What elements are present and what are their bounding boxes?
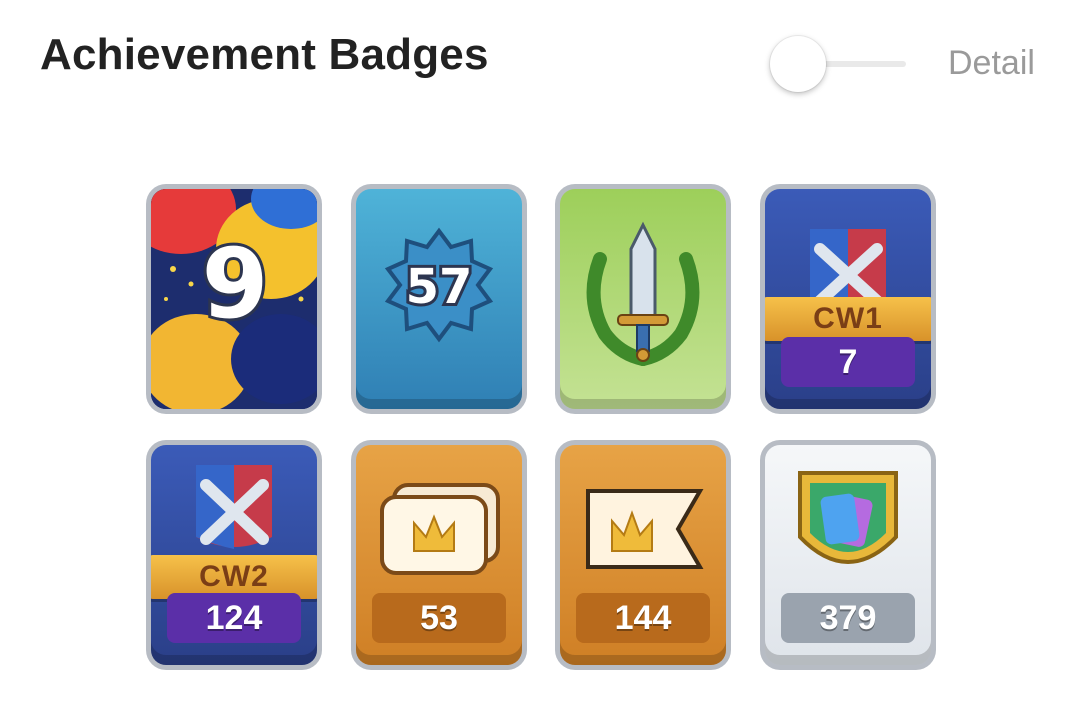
balloons-icon: 9 <box>151 189 317 409</box>
badge-card-shield[interactable]: 379 <box>760 440 936 670</box>
detail-toggle-label: Detail <box>948 44 1035 82</box>
badge-crown-flag[interactable]: 144 <box>555 440 731 670</box>
sword-laurel-icon <box>586 221 700 366</box>
badge-level[interactable]: 57 <box>351 184 527 414</box>
anniversary-number: 9 <box>202 228 269 340</box>
badge-cw2-count: 124 <box>167 593 301 643</box>
level-number: 57 <box>406 259 473 315</box>
toggle-knob[interactable] <box>770 36 826 92</box>
page-title: Achievement Badges <box>40 30 489 79</box>
achievement-badges-page: Achievement Badges Detail 9 57 CW1 7 CW2… <box>0 0 1080 708</box>
badge-cw1[interactable]: CW1 7 <box>760 184 936 414</box>
detail-toggle[interactable] <box>770 36 910 92</box>
badge-crown-card[interactable]: 53 <box>351 440 527 670</box>
badge-sword[interactable] <box>555 184 731 414</box>
badge-cw1-count: 7 <box>781 337 915 387</box>
badge-crown-card-count: 53 <box>372 593 506 643</box>
level-star-icon: 57 <box>384 227 494 343</box>
badge-anniversary[interactable]: 9 <box>146 184 322 414</box>
badge-crown-flag-count: 144 <box>576 593 710 643</box>
badge-cw2[interactable]: CW2 124 <box>146 440 322 670</box>
badge-cw1-label: CW1 <box>765 297 931 341</box>
badge-card-shield-count: 379 <box>781 593 915 643</box>
